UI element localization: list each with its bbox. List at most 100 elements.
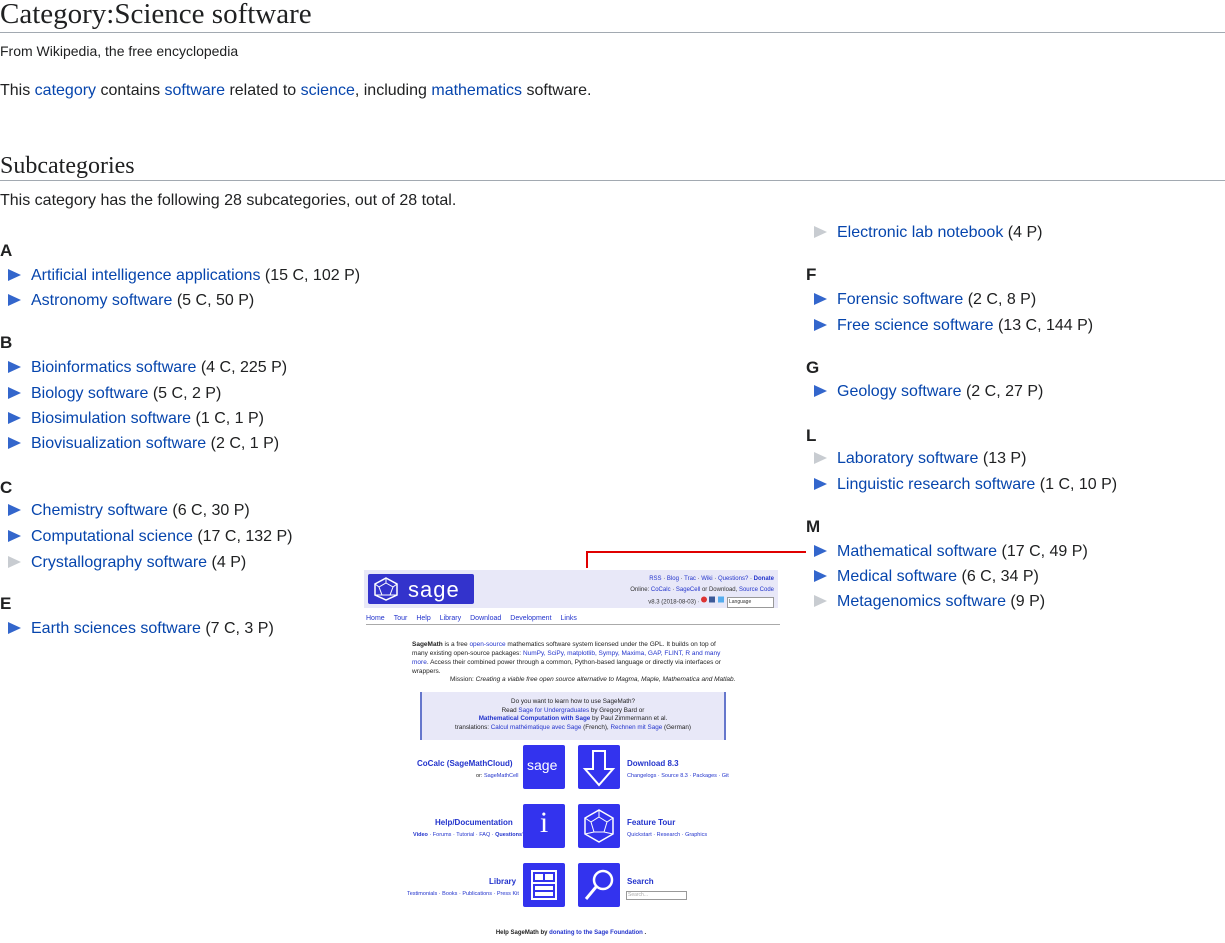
mathematics-link[interactable]: mathematics <box>431 82 522 99</box>
callout-line <box>586 551 806 553</box>
book-link[interactable]: Rechnen mit Sage <box>610 724 662 731</box>
wiki-link[interactable]: Wiki <box>701 576 712 582</box>
cocalc-tile[interactable]: sage <box>523 745 565 789</box>
expand-arrow-icon[interactable] <box>8 504 21 516</box>
sage-footer: Help SageMath by donating to the Sage Fo… <box>362 930 780 936</box>
nav-library[interactable]: Library <box>440 615 461 622</box>
expand-arrow-icon[interactable] <box>814 545 827 557</box>
questions-link[interactable]: Questions? <box>718 576 748 582</box>
subcategory-link[interactable]: Biovisualization software <box>31 435 206 452</box>
subcategory-link[interactable]: Medical software <box>837 568 957 585</box>
online-sagecell-link[interactable]: SageCell <box>676 587 700 593</box>
trac-link[interactable]: Trac <box>684 576 696 582</box>
subcategory-link[interactable]: Laboratory software <box>837 450 978 467</box>
science-link[interactable]: science <box>301 82 355 99</box>
mission-text: Creating a viable free open source alter… <box>475 676 736 683</box>
software-link[interactable]: software <box>165 82 225 99</box>
subcategory-count: (17 C, 132 P) <box>197 528 293 545</box>
expand-arrow-icon[interactable] <box>814 385 827 397</box>
library-subtitle[interactable]: Testimonials · Books · Publications · Pr… <box>407 891 519 897</box>
nav-download[interactable]: Download <box>470 615 501 622</box>
expand-arrow-icon[interactable] <box>8 387 21 399</box>
expand-arrow-icon[interactable] <box>8 294 21 306</box>
expand-arrow-icon[interactable] <box>8 269 21 281</box>
subcategory-link[interactable]: Crystallography software <box>31 554 207 571</box>
expand-arrow-icon[interactable] <box>8 622 21 634</box>
expand-arrow-icon[interactable] <box>8 412 21 424</box>
cocalc-title[interactable]: CoCalc (SageMathCloud) <box>417 759 513 768</box>
footer-text: . <box>642 930 647 936</box>
subcategory-link[interactable]: Geology software <box>837 383 962 400</box>
help-links[interactable]: · Forums · Tutorial · FAQ · <box>428 832 495 838</box>
subcategory-count: (4 P) <box>1007 224 1043 241</box>
feature-tour-subtitle[interactable]: Quickstart · Research · Graphics <box>627 832 707 838</box>
book-link[interactable]: Mathematical Computation with Sage <box>479 715 591 722</box>
download-tile[interactable] <box>578 745 620 789</box>
language-select[interactable]: Language <box>727 596 774 608</box>
sage-logo[interactable]: sage <box>368 574 474 604</box>
group-letter-g: G <box>806 358 820 377</box>
nav-links[interactable]: Links <box>561 615 577 622</box>
download-subtitle[interactable]: Changelogs · Source 8.3 · Packages · Git <box>627 773 729 779</box>
nav-home[interactable]: Home <box>366 615 385 622</box>
online-cocalc-link[interactable]: CoCalc <box>651 587 671 593</box>
rss-link[interactable]: RSS <box>649 576 661 582</box>
subcategory-item: Forensic software (2 C, 8 P) <box>814 291 1036 309</box>
library-title[interactable]: Library <box>489 877 516 886</box>
book-link[interactable]: Sage for Undergraduates <box>518 707 589 714</box>
blog-link[interactable]: Blog <box>667 576 679 582</box>
subcategory-count: (13 C, 144 P) <box>997 317 1094 334</box>
subcategory-link[interactable]: Free science software <box>837 317 994 334</box>
subcategory-link[interactable]: Chemistry software <box>31 502 168 519</box>
donate-link[interactable]: Donate <box>754 576 774 582</box>
subcategory-link[interactable]: Electronic lab notebook <box>837 224 1003 241</box>
nav-help[interactable]: Help <box>416 615 430 622</box>
expand-arrow-icon[interactable] <box>8 530 21 542</box>
subcategory-count: (4 C, 225 P) <box>200 359 288 376</box>
expand-arrow-icon[interactable] <box>814 293 827 305</box>
empty-arrow-icon <box>814 595 827 607</box>
help-title[interactable]: Help/Documentation <box>435 818 513 827</box>
search-title[interactable]: Search <box>627 877 654 886</box>
subcategory-link[interactable]: Computational science <box>31 528 193 545</box>
search-tile[interactable] <box>578 863 620 907</box>
subcategory-link[interactable]: Astronomy software <box>31 292 172 309</box>
intro-text: This <box>0 82 35 99</box>
nav-tour[interactable]: Tour <box>394 615 408 622</box>
category-link[interactable]: category <box>35 82 96 99</box>
sagemathcell-link[interactable]: SageMathCell <box>484 773 519 779</box>
donate-foundation-link[interactable]: donating to the Sage Foundation <box>549 930 643 936</box>
category-description: This category contains software related … <box>0 82 591 100</box>
subcategory-link[interactable]: Linguistic research software <box>837 476 1035 493</box>
subcategory-link[interactable]: Biology software <box>31 385 148 402</box>
help-tile[interactable]: i <box>523 804 565 848</box>
subcategory-count: (5 C, 50 P) <box>176 292 255 309</box>
online-label: Online: <box>630 587 651 593</box>
subcategory-item: Mathematical software (17 C, 49 P) <box>814 543 1088 561</box>
version-label: v8.3 (2018-08-03) · <box>648 599 700 606</box>
search-input[interactable]: Search... <box>626 891 687 900</box>
subcategory-link[interactable]: Mathematical software <box>837 543 997 560</box>
subcategory-link[interactable]: Forensic software <box>837 291 963 308</box>
feature-tour-tile[interactable] <box>578 804 620 848</box>
source-code-link[interactable]: Source Code <box>739 587 774 593</box>
subcategory-link[interactable]: Earth sciences software <box>31 620 201 637</box>
desc-text: . Access their combined power through a … <box>412 659 721 675</box>
questions-link[interactable]: Questions? <box>495 832 525 838</box>
subcategory-link[interactable]: Bioinformatics software <box>31 359 196 376</box>
library-tile[interactable] <box>523 863 565 907</box>
expand-arrow-icon[interactable] <box>814 478 827 490</box>
expand-arrow-icon[interactable] <box>8 437 21 449</box>
expand-arrow-icon[interactable] <box>814 319 827 331</box>
subcategory-link[interactable]: Metagenomics software <box>837 593 1006 610</box>
feature-tour-title[interactable]: Feature Tour <box>627 818 675 827</box>
expand-arrow-icon[interactable] <box>8 361 21 373</box>
video-link[interactable]: Video <box>413 832 428 838</box>
nav-development[interactable]: Development <box>510 615 551 622</box>
expand-arrow-icon[interactable] <box>814 570 827 582</box>
subcategory-link[interactable]: Artificial intelligence applications <box>31 267 260 284</box>
subcategory-link[interactable]: Biosimulation software <box>31 410 191 427</box>
download-title[interactable]: Download 8.3 <box>627 759 679 768</box>
book-link[interactable]: Calcul mathématique avec Sage <box>491 724 582 731</box>
open-source-link[interactable]: open-source <box>469 641 505 648</box>
